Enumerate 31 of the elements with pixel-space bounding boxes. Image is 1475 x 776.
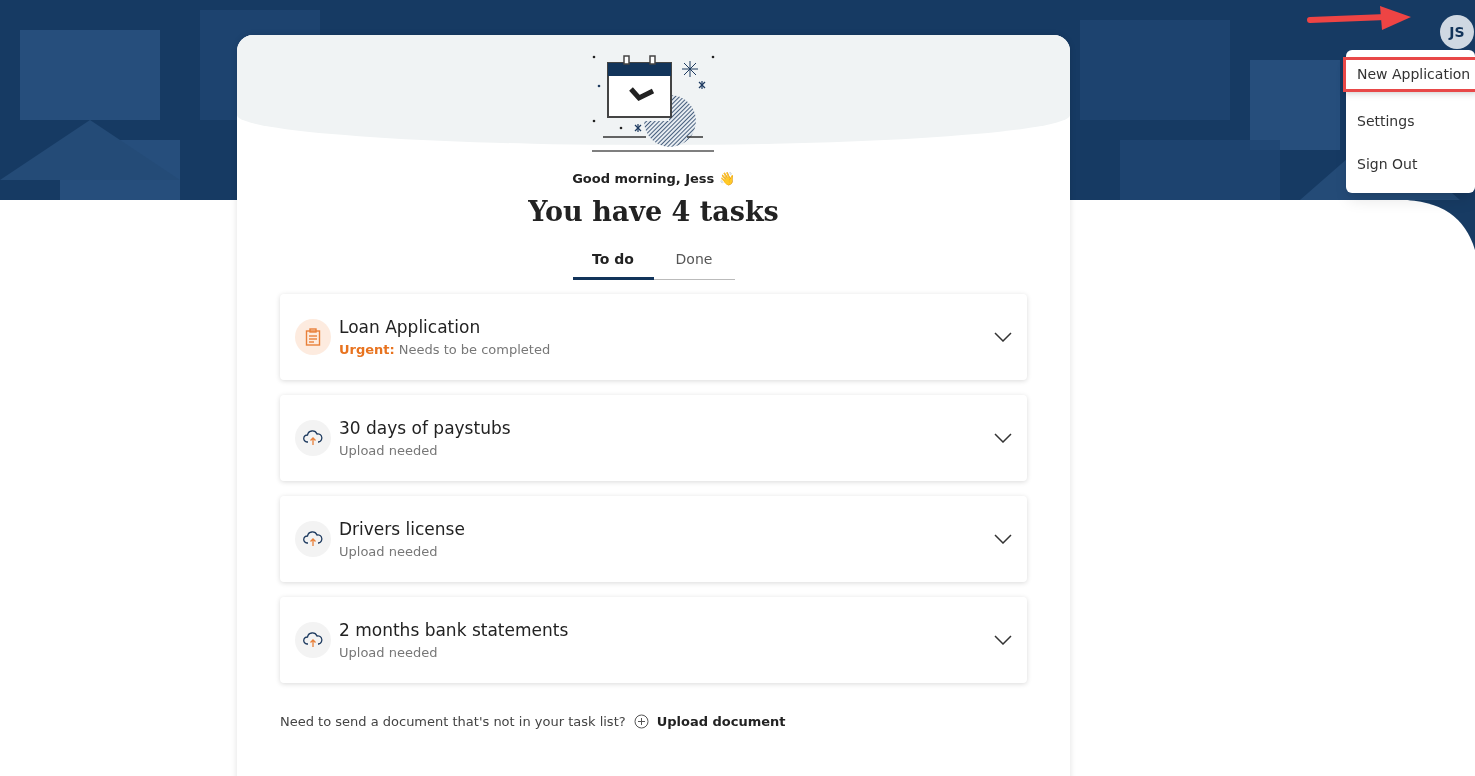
chevron-down-icon[interactable]	[994, 433, 1012, 443]
urgent-label: Urgent:	[339, 341, 395, 359]
cloud-upload-icon	[295, 521, 331, 557]
menu-item[interactable]: Sign Out	[1346, 143, 1475, 186]
task-title: Drivers license	[339, 517, 466, 541]
task-card[interactable]: 2 months bank statements Upload needed	[280, 597, 1027, 683]
task-card[interactable]: 30 days of paystubs Upload needed	[280, 395, 1027, 481]
task-title: Loan Application	[339, 315, 482, 339]
chevron-down-icon[interactable]	[994, 635, 1012, 645]
footer-text: Need to send a document that's not in your task list?	[280, 713, 626, 731]
task-heading: You have 4 tasks	[528, 194, 779, 229]
task-card[interactable]: Drivers license Upload needed	[280, 496, 1027, 582]
cloud-upload-icon	[295, 622, 331, 658]
upload-document-link[interactable]: Upload document	[656, 712, 786, 732]
task-status: Upload needed	[339, 644, 438, 662]
task-status: Needs to be completed	[398, 341, 551, 359]
menu-item[interactable]: New Application	[1343, 57, 1475, 92]
greeting: Good morning, Jess 👋	[572, 170, 735, 188]
task-title: 30 days of paystubs	[339, 416, 512, 440]
task-status: Upload needed	[339, 442, 438, 460]
cloud-upload-icon	[295, 420, 331, 456]
task-status: Upload needed	[339, 543, 438, 561]
task-title: 2 months bank statements	[339, 618, 570, 642]
task-card[interactable]: Loan Application Urgent: Needs to be completed	[280, 294, 1027, 380]
tab[interactable]: To do	[572, 249, 654, 280]
chevron-down-icon[interactable]	[994, 534, 1012, 544]
tab[interactable]: Done	[653, 249, 735, 280]
chevron-down-icon[interactable]	[994, 332, 1012, 342]
menu-item[interactable]: Settings	[1346, 100, 1475, 143]
clipboard-icon	[295, 319, 331, 355]
plus-circle-icon	[633, 714, 649, 730]
